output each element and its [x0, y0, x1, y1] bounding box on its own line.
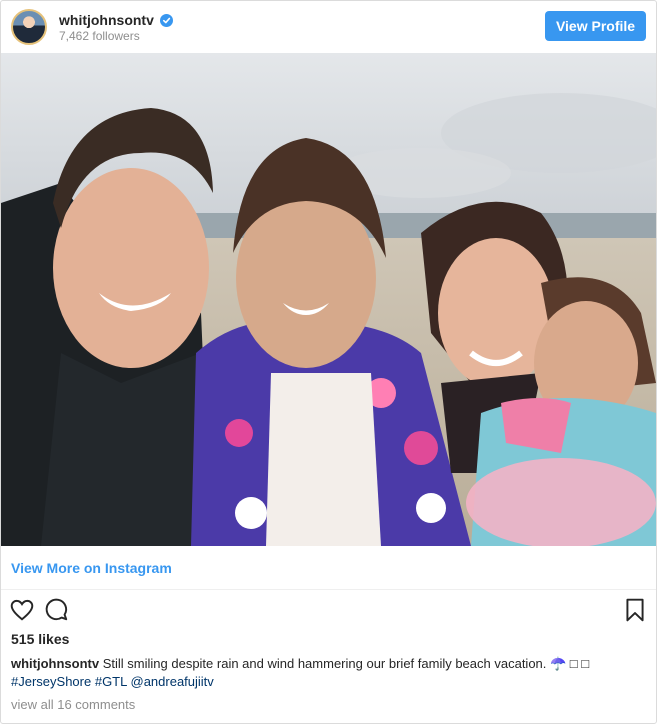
verified-badge-icon — [159, 13, 173, 27]
mention-andreafujiitv[interactable]: @andreafujiitv — [131, 674, 214, 689]
comment-icon[interactable] — [44, 597, 70, 623]
action-bar — [1, 593, 656, 627]
username-row: whitjohnsontv — [59, 11, 173, 29]
follower-count: 7,462 followers — [59, 29, 140, 43]
like-count: 515 likes — [11, 631, 70, 647]
heart-icon[interactable] — [9, 597, 35, 623]
caption-text: Still smiling despite rain and wind hamm… — [102, 656, 590, 671]
bookmark-icon[interactable] — [622, 597, 648, 623]
post-header: whitjohnsontv 7,462 followers View Profi… — [1, 1, 656, 53]
instagram-embed-card: whitjohnsontv 7,462 followers View Profi… — [0, 0, 657, 724]
caption-username[interactable]: whitjohnsontv — [11, 656, 99, 671]
view-more-bar: View More on Instagram — [1, 546, 656, 590]
hashtag-jerseyshore[interactable]: #JerseyShore — [11, 674, 91, 689]
view-more-link[interactable]: View More on Instagram — [11, 560, 172, 576]
post-photo[interactable] — [1, 53, 656, 546]
view-all-comments-link[interactable]: view all 16 comments — [11, 697, 135, 712]
post-caption: whitjohnsontv Still smiling despite rain… — [11, 655, 646, 691]
hashtag-gtl[interactable]: #GTL — [95, 674, 127, 689]
username[interactable]: whitjohnsontv — [59, 12, 154, 28]
profile-avatar[interactable] — [11, 9, 47, 45]
view-profile-button[interactable]: View Profile — [545, 11, 646, 41]
family-beach-selfie-photo — [1, 53, 656, 546]
